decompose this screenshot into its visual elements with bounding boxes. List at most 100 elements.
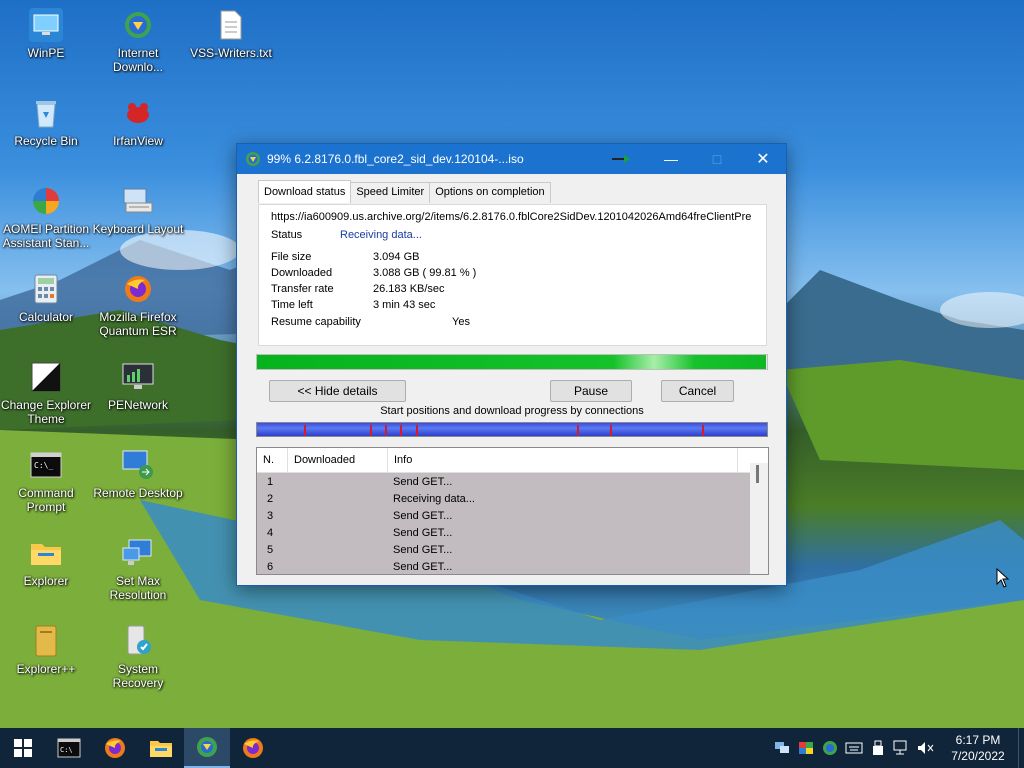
row-number: 5 [267,543,274,556]
taskbar-clock[interactable]: 6:17 PM 7/20/2022 [938,732,1018,764]
tab-download-status[interactable]: Download status [258,180,352,203]
recycle-bin-icon [29,96,63,130]
desktop-icon-label: Recycle Bin [14,134,78,148]
connection-marker [400,425,402,436]
desktop-icon-winpe[interactable]: WinPE [0,8,92,60]
downloaded-value: 3.088 GB ( 99.81 % ) [373,267,477,279]
show-desktop-button[interactable] [1018,728,1024,768]
resolution-monitor-icon [121,536,155,570]
row-number: 1 [267,475,274,488]
desktop-icon-aomei[interactable]: AOMEI Partition Assistant Stan... [0,184,92,250]
file-size-value: 3.094 GB [373,251,420,263]
idm-tray-icon[interactable] [818,728,842,768]
close-button[interactable]: ✕ [740,144,786,174]
time-left-label: Time left [271,299,313,311]
theme-icon [29,360,63,394]
list-scrollbar[interactable] [750,463,768,574]
terminal-icon: C:\_ [29,448,63,482]
network-status-tray-icon[interactable] [890,728,914,768]
keyboard-tray-icon[interactable] [842,728,866,768]
usb-drive-tray-icon[interactable] [866,728,890,768]
desktop-icon-label: Set Max Resolution [109,574,167,602]
desktop-icon-label: VSS-Writers.txt [190,46,272,60]
column-header-number[interactable]: N. [257,448,288,472]
maximize-button[interactable]: □ [694,144,740,174]
connection-marker [416,425,418,436]
taskbar: C:\ 6:17 PM 7/20/2022 [0,728,1024,768]
desktop-icon-label: System Recovery [112,662,164,690]
table-row[interactable]: 3 Send GET... [257,507,750,524]
desktop-icon-set-max-resolution[interactable]: Set Max Resolution [92,536,184,602]
volume-muted-icon[interactable] [914,728,938,768]
desktop-icon-change-explorer-theme[interactable]: Change Explorer Theme [0,360,92,426]
table-row[interactable]: 2 Receiving data... [257,490,750,507]
download-progress-fill [257,355,767,369]
desktop-icon-label: Internet Downlo... [112,46,164,74]
download-window: 99% 6.2.8176.0.fbl_core2_sid_dev.120104-… [236,143,787,586]
table-row[interactable]: 1 Send GET... [257,473,750,490]
taskbar-firefox[interactable] [92,728,138,768]
minimize-button[interactable]: — [648,144,694,174]
desktop-icon-explorer[interactable]: Explorer [0,536,92,588]
desktop-icon-penetwork[interactable]: PENetwork [92,360,184,412]
system-recovery-icon [121,624,155,658]
desktop-icon-label: Explorer [23,574,69,588]
globe-download-icon [121,8,155,42]
desktop-icon-label: IrfanView [113,134,163,148]
desktop-icon-firefox[interactable]: Mozilla Firefox Quantum ESR [92,272,184,338]
network-tray-icon[interactable] [770,728,794,768]
desktop-icon-system-recovery[interactable]: System Recovery [92,624,184,690]
pause-button[interactable]: Pause [550,380,632,402]
desktop-icon-explorer-plus-plus[interactable]: Explorer++ [0,624,92,676]
tab-strip: Download status Speed Limiter Options on… [258,180,551,203]
connections-list-header: N. Downloaded Info [257,448,768,473]
taskbar-firefox-window[interactable] [230,728,276,768]
column-header-info[interactable]: Info [388,448,738,472]
hide-details-button[interactable]: << Hide details [269,380,406,402]
clock-date: 7/20/2022 [951,749,1005,763]
connections-caption: Start positions and download progress by… [380,405,644,417]
desktop-icon-calculator[interactable]: Calculator [0,272,92,324]
table-row[interactable]: 5 Send GET... [257,541,750,558]
desktop-icon-command-prompt[interactable]: C:\_ Command Prompt [0,448,92,514]
firefox-icon [121,272,155,306]
row-number: 6 [267,560,274,573]
desktop-icon-vss-writers[interactable]: VSS-Writers.txt [185,8,277,60]
cancel-button[interactable]: Cancel [661,380,734,402]
connections-progress-bar [256,422,768,437]
svg-text:C:\_: C:\_ [34,461,53,470]
color-palette-tray-icon[interactable] [794,728,818,768]
svg-text:C:\: C:\ [60,746,73,754]
terminal-icon: C:\ [57,738,81,758]
aomei-partition-icon [29,184,63,218]
taskbar-command-prompt[interactable]: C:\ [46,728,92,768]
window-titlebar[interactable]: 99% 6.2.8176.0.fbl_core2_sid_dev.120104-… [237,144,786,174]
download-url: https://ia600909.us.archive.org/2/items/… [271,211,752,223]
tab-options-on-completion[interactable]: Options on completion [429,182,551,203]
keyboard-icon [121,184,155,218]
desktop-icon-irfanview[interactable]: IrfanView [92,96,184,148]
file-size-label: File size [271,251,312,263]
desktop-icon-keyboard-layout[interactable]: Keyboard Layout [92,184,184,236]
tab-speed-limiter[interactable]: Speed Limiter [350,182,431,203]
column-header-downloaded[interactable]: Downloaded [288,448,388,472]
table-row[interactable]: 4 Send GET... [257,524,750,541]
list-scrollbar-thumb[interactable] [756,465,759,483]
taskbar-explorer[interactable] [138,728,184,768]
row-info: Receiving data... [393,492,475,505]
mouse-pointer-icon [996,568,1010,588]
desktop-icon-label: Change Explorer Theme [0,398,92,426]
desktop-icon-label: Keyboard Layout [92,222,184,236]
desktop-icon-recycle-bin[interactable]: Recycle Bin [0,96,92,148]
start-button[interactable] [0,728,46,768]
desktop-icon-internet-download-manager[interactable]: Internet Downlo... [92,8,184,74]
row-info: Send GET... [393,509,453,522]
connection-marker [610,425,612,436]
taskbar-internet-download-manager[interactable] [184,728,230,768]
table-row[interactable]: 6 Send GET... [257,558,750,574]
row-info: Send GET... [393,560,453,573]
transfer-rate-value: 26.183 KB/sec [373,283,445,295]
text-file-icon [214,8,248,42]
desktop-icon-remote-desktop[interactable]: Remote Desktop [92,448,184,500]
resume-capability-value: Yes [452,316,470,328]
